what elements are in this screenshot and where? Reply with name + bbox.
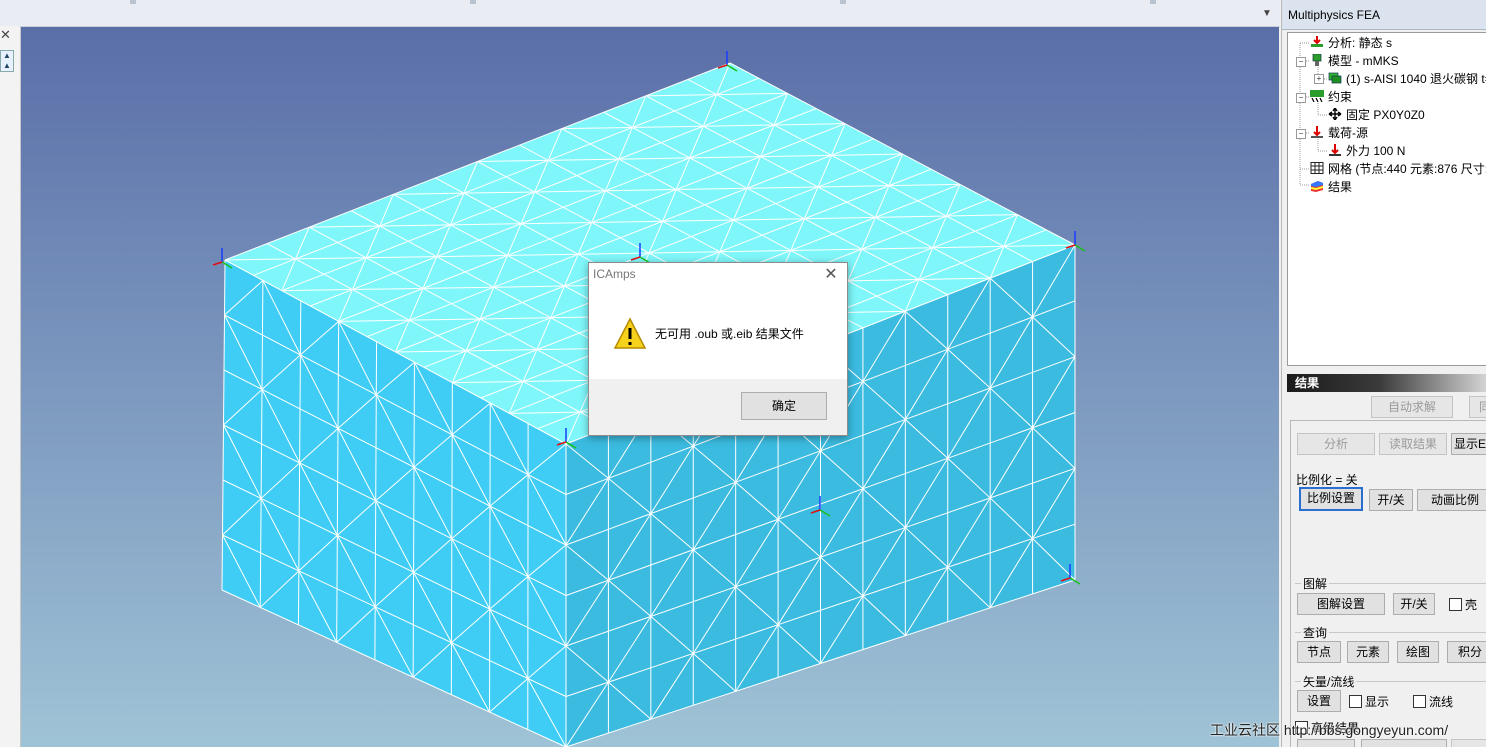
tree-item-label: 网格 (节点:440 元素:876 尺寸:( — [1328, 162, 1486, 176]
tree-item-model[interactable]: 模型 - mMKS — [1310, 53, 1399, 69]
analyze-button[interactable]: 分析 — [1297, 433, 1375, 455]
display-checkbox-label: 显示 — [1365, 695, 1390, 709]
load-icon — [1311, 126, 1323, 138]
results-header: 结果 — [1287, 374, 1486, 392]
checkbox-box[interactable] — [1449, 598, 1462, 611]
element-button[interactable]: 元素 — [1347, 641, 1389, 663]
message-dialog: ICAmps ✕ 无可用 .oub 或.eib 结果文件 确定 — [588, 262, 848, 436]
analysis-icon — [1311, 36, 1323, 47]
ok-button[interactable]: 确定 — [741, 392, 827, 420]
toolbar-tick — [130, 0, 136, 4]
partial-button-1[interactable] — [1297, 739, 1355, 747]
vector-settings-button[interactable]: 设置 — [1297, 690, 1341, 712]
tree-item-mesh[interactable]: 网格 (节点:440 元素:876 尺寸:( — [1310, 161, 1486, 177]
streamline-checkbox-label: 流线 — [1429, 695, 1454, 709]
dialog-title: ICAmps — [593, 267, 636, 281]
results-panel: 分析 读取结果 显示E 比例化 = 关 比例设置 开/关 动画比例 图解 图解设… — [1290, 420, 1486, 747]
toolbar-tick — [470, 0, 476, 4]
plot-button[interactable]: 绘图 — [1397, 641, 1439, 663]
shell-checkbox[interactable]: 壳 — [1449, 596, 1477, 613]
query-group-label: 查询 — [1301, 624, 1330, 641]
tree-expander[interactable]: − — [1296, 129, 1306, 139]
tree-item-force[interactable]: 外力 100 N — [1328, 143, 1405, 159]
streamline-checkbox[interactable]: 流线 — [1413, 693, 1453, 710]
tree-item-fixed[interactable]: 固定 PX0Y0Z0 — [1328, 107, 1425, 123]
checkbox-box[interactable] — [1413, 695, 1426, 708]
mesh-icon — [1310, 162, 1324, 174]
toolbar-tick — [1150, 0, 1156, 4]
warning-icon — [613, 317, 647, 349]
checkbox-box[interactable] — [1349, 695, 1362, 708]
right-panel: Multiphysics FEA − + − − 分析: 静态 s 模型 - m… — [1281, 0, 1486, 747]
close-icon[interactable]: ✕ — [0, 28, 12, 42]
material-icon — [1328, 72, 1342, 84]
legend-settings-button[interactable]: 图解设置 — [1297, 593, 1385, 615]
legend-group-label: 图解 — [1301, 575, 1330, 592]
tree-item-label: (1) s-AISI 1040 退火碳钢 t= — [1346, 72, 1486, 86]
dialog-message: 无可用 .oub 或.eib 结果文件 — [655, 327, 804, 341]
tree-item-label: 约束 — [1328, 90, 1353, 104]
tree-item-loads[interactable]: 载荷-源 — [1310, 125, 1368, 141]
tree-toggle-icon[interactable]: ▲ ▲ — [0, 50, 14, 72]
top-toolbar-strip — [0, 0, 1280, 27]
vector-group-label: 矢量/流线 — [1301, 673, 1357, 690]
shell-checkbox-label: 壳 — [1465, 598, 1478, 612]
integral-button[interactable]: 积分 — [1447, 641, 1486, 663]
tree-item-constraints[interactable]: 约束 — [1310, 89, 1352, 105]
tree-item-label: 固定 PX0Y0Z0 — [1346, 108, 1425, 122]
close-icon[interactable]: ✕ — [821, 265, 841, 285]
partial-button-2[interactable] — [1361, 739, 1447, 747]
tree-expander[interactable]: − — [1296, 57, 1306, 67]
tree-expander[interactable]: − — [1296, 93, 1306, 103]
show-button[interactable]: 显示E — [1451, 433, 1486, 455]
watermark: 工业云社区 http://bbs.gongyeyun.com/ — [1210, 722, 1449, 738]
tree-item-label: 结果 — [1328, 180, 1353, 194]
scale-status: 比例化 = 关 — [1296, 473, 1358, 487]
scale-on-off-button[interactable]: 开/关 — [1369, 489, 1413, 511]
tree-item-label: 载荷-源 — [1328, 126, 1368, 140]
constraint-icon — [1310, 90, 1324, 102]
node-button[interactable]: 节点 — [1297, 641, 1341, 663]
tree-item-label: 模型 - mMKS — [1328, 54, 1399, 68]
animation-scale-button[interactable]: 动画比例 — [1417, 489, 1486, 511]
toolbar-tick — [840, 0, 846, 4]
result-icon — [1311, 181, 1323, 192]
panel-title: Multiphysics FEA — [1282, 0, 1486, 30]
read-results-button[interactable]: 读取结果 — [1379, 433, 1447, 455]
left-side-strip — [0, 26, 21, 747]
tree-item-label: 外力 100 N — [1346, 144, 1406, 158]
display-checkbox[interactable]: 显示 — [1349, 693, 1389, 710]
tree-item-material[interactable]: (1) s-AISI 1040 退火碳钢 t= — [1328, 71, 1486, 87]
model-icon — [1312, 54, 1322, 66]
model-tree: − + − − 分析: 静态 s 模型 - mMKS (1) s-AISI 10… — [1287, 32, 1486, 366]
dialog-footer: 确定 — [589, 379, 847, 435]
force-icon — [1329, 144, 1341, 156]
tree-item-results[interactable]: 结果 — [1310, 179, 1352, 195]
chevron-down-icon[interactable]: ▼ — [1258, 6, 1276, 22]
tree-expander[interactable]: + — [1314, 74, 1324, 84]
tree-item-label: 分析: 静态 s — [1328, 36, 1393, 50]
partial-button-3[interactable] — [1451, 739, 1486, 747]
legend-on-off-button[interactable]: 开/关 — [1393, 593, 1435, 615]
tree-item-analysis[interactable]: 分析: 静态 s — [1310, 35, 1392, 51]
scale-settings-button[interactable]: 比例设置 — [1299, 487, 1363, 511]
secondary-solve-button[interactable]: 同 — [1469, 396, 1486, 418]
auto-solve-button[interactable]: 自动求解 — [1371, 396, 1453, 418]
fixed-icon — [1328, 108, 1342, 120]
